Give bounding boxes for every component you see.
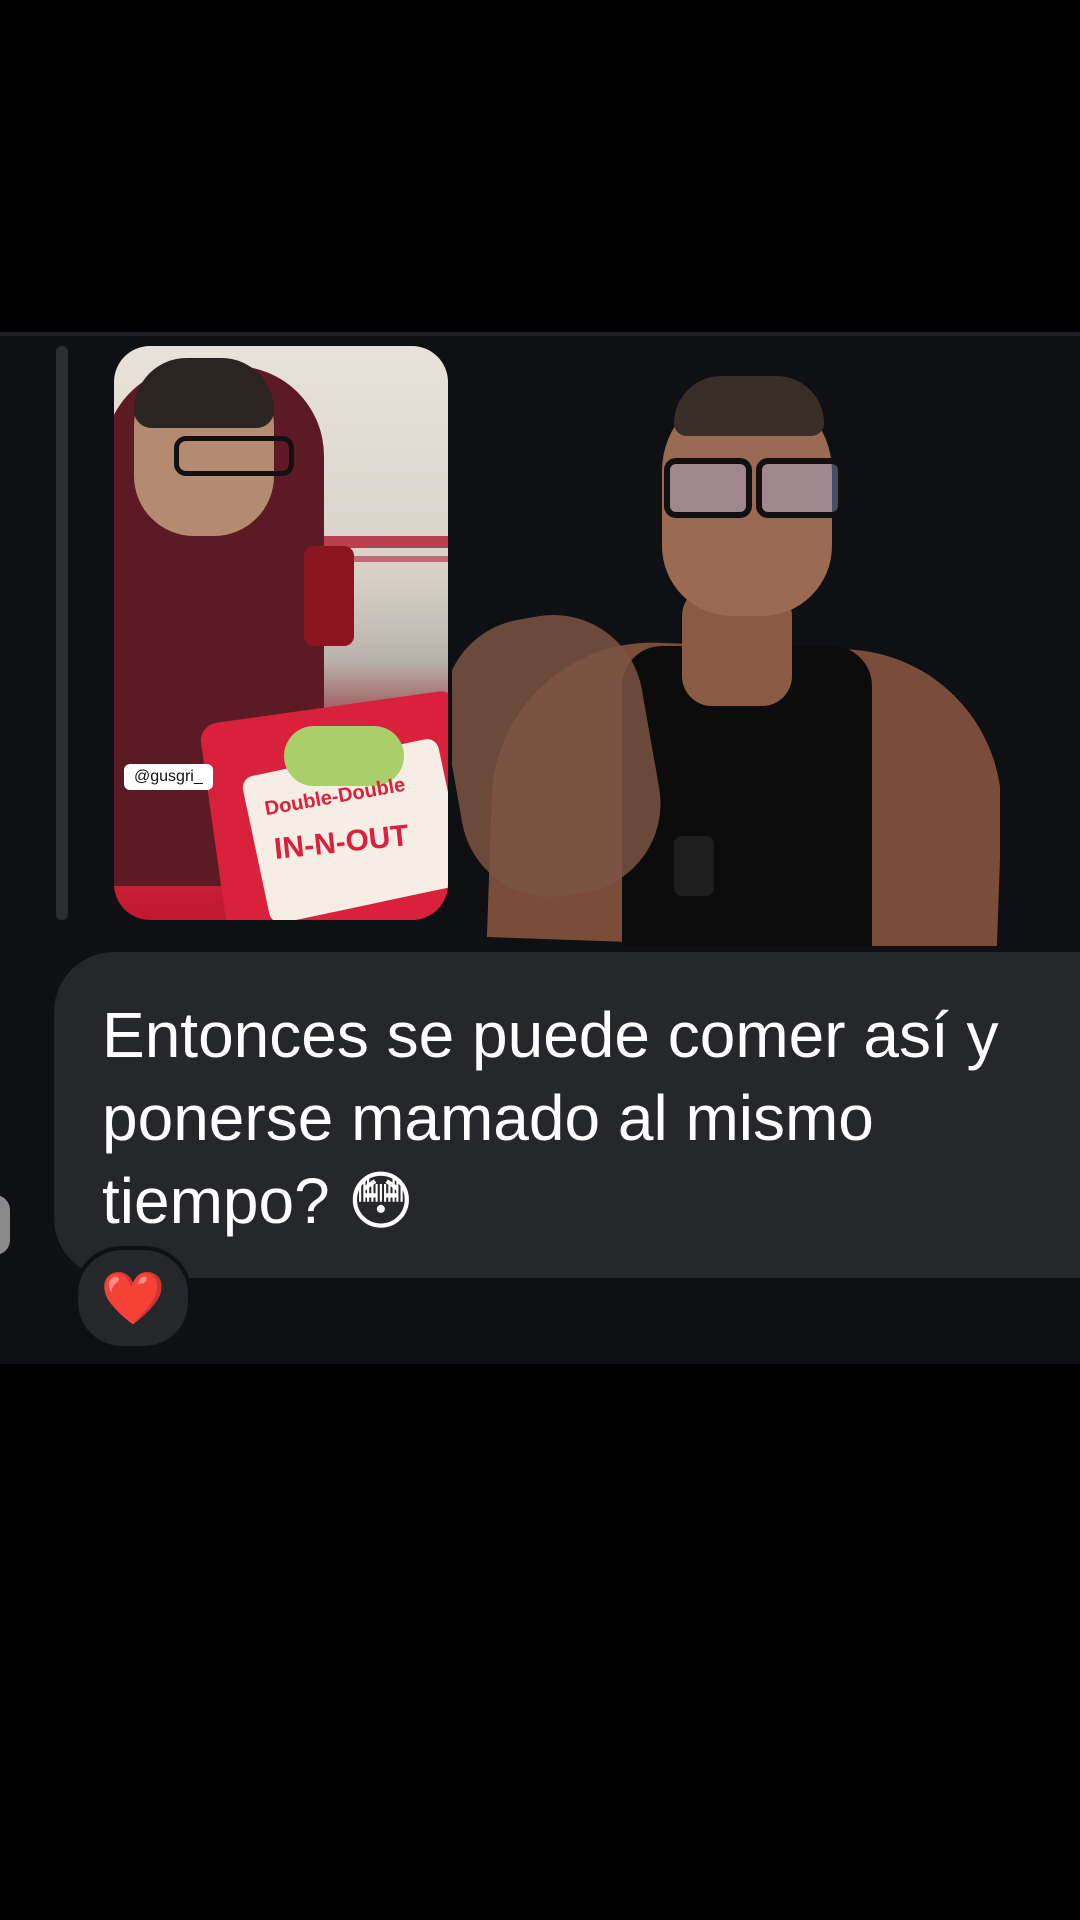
glasses-icon — [174, 436, 294, 476]
user-handle-tag[interactable]: @gusgri_ — [124, 764, 213, 790]
message-text: Entonces se puede comer así y ponerse ma… — [102, 999, 999, 1237]
avatar[interactable] — [0, 1195, 10, 1255]
video-cutout — [452, 346, 1000, 946]
top-divider — [0, 332, 1080, 336]
heart-icon: ❤️ — [100, 1269, 166, 1328]
glasses-icon — [664, 458, 844, 518]
shared-story-preview[interactable]: Double-Double IN-N-OUT @gusgri_ — [114, 346, 448, 920]
reply-indicator-bar — [56, 346, 68, 920]
heart-reaction[interactable]: ❤️ — [74, 1246, 192, 1350]
person-hair — [134, 358, 274, 428]
hair — [674, 376, 824, 436]
ketchup-bottle — [304, 546, 354, 646]
pendant — [674, 836, 714, 896]
